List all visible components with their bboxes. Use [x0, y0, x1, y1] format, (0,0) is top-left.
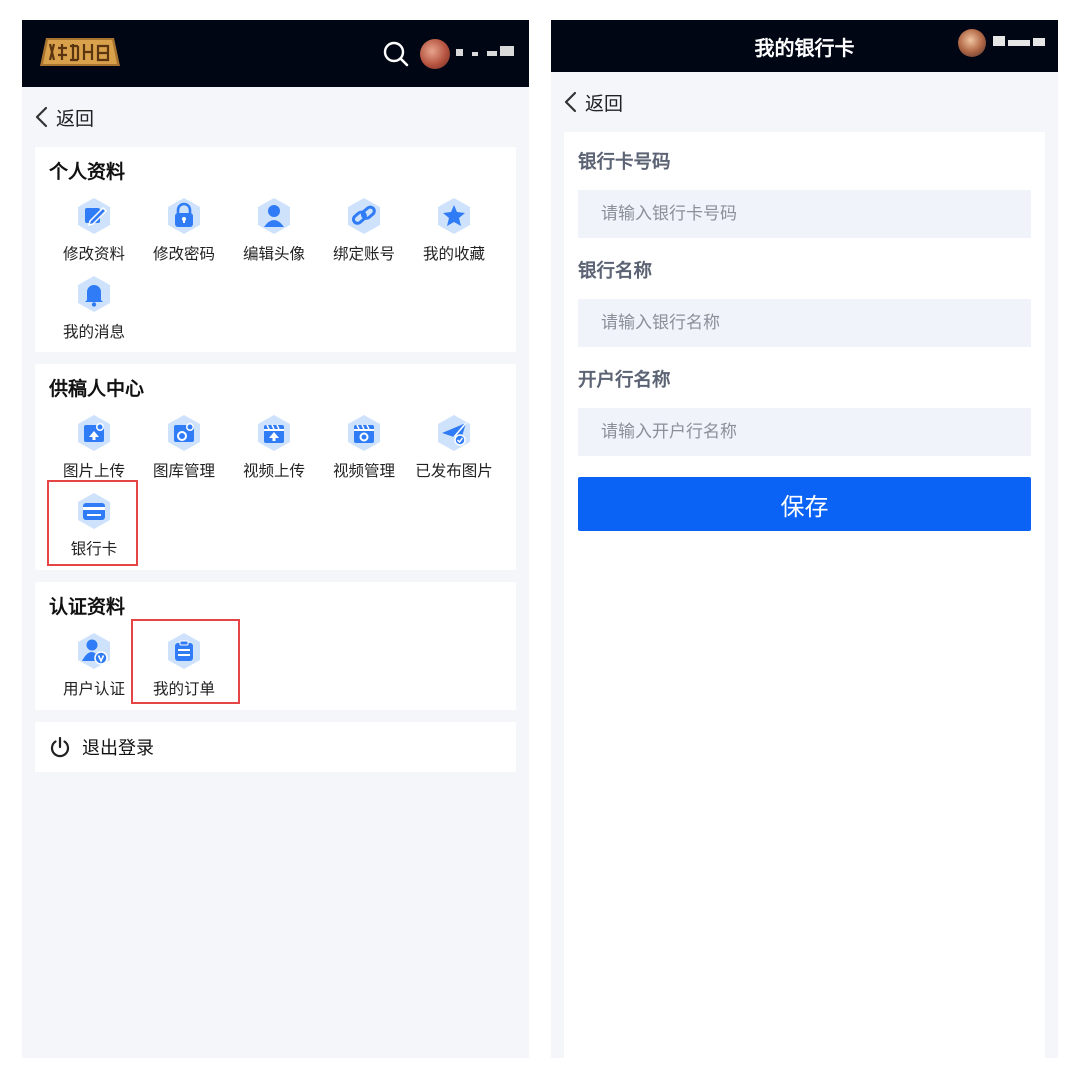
section-title: 供稿人中心 — [49, 378, 145, 400]
back-label: 返回 — [56, 107, 95, 130]
account-menu-panel: 返回 个人资料 修改资料 修改密码 编辑头像 绑定账号 我的收藏 我的消息 供稿… — [22, 20, 529, 1058]
menu-item-edit-avatar[interactable]: 编辑头像 — [229, 197, 319, 275]
menu-item-image-upload[interactable]: 图片上传 — [49, 414, 139, 492]
logout-button[interactable]: 退出登录 — [35, 722, 516, 772]
menu-item-bind-account[interactable]: 绑定账号 — [319, 197, 409, 275]
section-contributor-center: 供稿人中心 图片上传 图库管理 视频上传 视频管理 已发布图片 银行卡 — [35, 364, 516, 570]
chevron-left-icon — [35, 106, 48, 128]
top-bar — [22, 20, 529, 87]
back-button[interactable]: 返回 — [22, 87, 529, 147]
user-avatar[interactable] — [420, 39, 450, 69]
card-number-input[interactable] — [578, 190, 1031, 238]
back-button[interactable]: 返回 — [551, 72, 1058, 132]
user-avatar[interactable] — [958, 29, 986, 57]
bank-card-panel: 我的银行卡 返回 银行卡号码 银行名称 开户行名称 保存 — [551, 20, 1058, 1058]
image-upload-icon — [78, 415, 110, 451]
send-icon — [438, 415, 470, 451]
branch-name-input[interactable] — [578, 408, 1031, 456]
section-personal-info: 个人资料 修改资料 修改密码 编辑头像 绑定账号 我的收藏 我的消息 — [35, 147, 516, 352]
section-verification: 认证资料 用户认证 我的订单 — [35, 582, 516, 710]
card-number-label: 银行卡号码 — [578, 152, 671, 173]
verified-user-icon — [78, 633, 110, 669]
video-manage-icon — [348, 415, 380, 451]
username-blurred[interactable] — [993, 36, 1045, 46]
branch-name-label: 开户行名称 — [578, 370, 671, 391]
bell-icon — [78, 276, 110, 312]
site-logo[interactable] — [40, 38, 120, 66]
menu-item-video-manage[interactable]: 视频管理 — [319, 414, 409, 492]
bank-card-icon — [78, 493, 110, 529]
menu-item-my-orders[interactable]: 我的订单 — [139, 632, 229, 710]
menu-item-user-verification[interactable]: 用户认证 — [49, 632, 139, 710]
user-icon — [258, 198, 290, 234]
section-title: 个人资料 — [49, 161, 126, 183]
star-icon — [438, 198, 470, 234]
edit-icon — [78, 198, 110, 234]
save-button[interactable]: 保存 — [578, 477, 1031, 531]
gallery-manage-icon — [168, 415, 200, 451]
back-label: 返回 — [585, 92, 624, 115]
menu-item-gallery-manage[interactable]: 图库管理 — [139, 414, 229, 492]
bank-name-input[interactable] — [578, 299, 1031, 347]
menu-item-edit-profile[interactable]: 修改资料 — [49, 197, 139, 275]
menu-item-video-upload[interactable]: 视频上传 — [229, 414, 319, 492]
menu-item-bank-card[interactable]: 银行卡 — [49, 492, 139, 570]
menu-item-change-password[interactable]: 修改密码 — [139, 197, 229, 275]
menu-item-messages[interactable]: 我的消息 — [49, 275, 139, 353]
menu-item-published-images[interactable]: 已发布图片 — [409, 414, 499, 492]
menu-item-favorites[interactable]: 我的收藏 — [409, 197, 499, 275]
chevron-left-icon — [564, 91, 577, 113]
logout-label: 退出登录 — [82, 738, 154, 759]
bank-name-label: 银行名称 — [578, 261, 653, 282]
section-title: 认证资料 — [49, 596, 126, 618]
link-icon — [348, 198, 380, 234]
video-upload-icon — [258, 415, 290, 451]
order-icon — [168, 633, 200, 669]
search-icon[interactable] — [382, 40, 410, 68]
lock-icon — [168, 198, 200, 234]
power-icon — [50, 736, 70, 758]
username-blurred[interactable] — [456, 46, 514, 56]
bank-card-form: 银行卡号码 银行名称 开户行名称 保存 — [564, 132, 1045, 1058]
top-bar: 我的银行卡 — [551, 20, 1058, 72]
